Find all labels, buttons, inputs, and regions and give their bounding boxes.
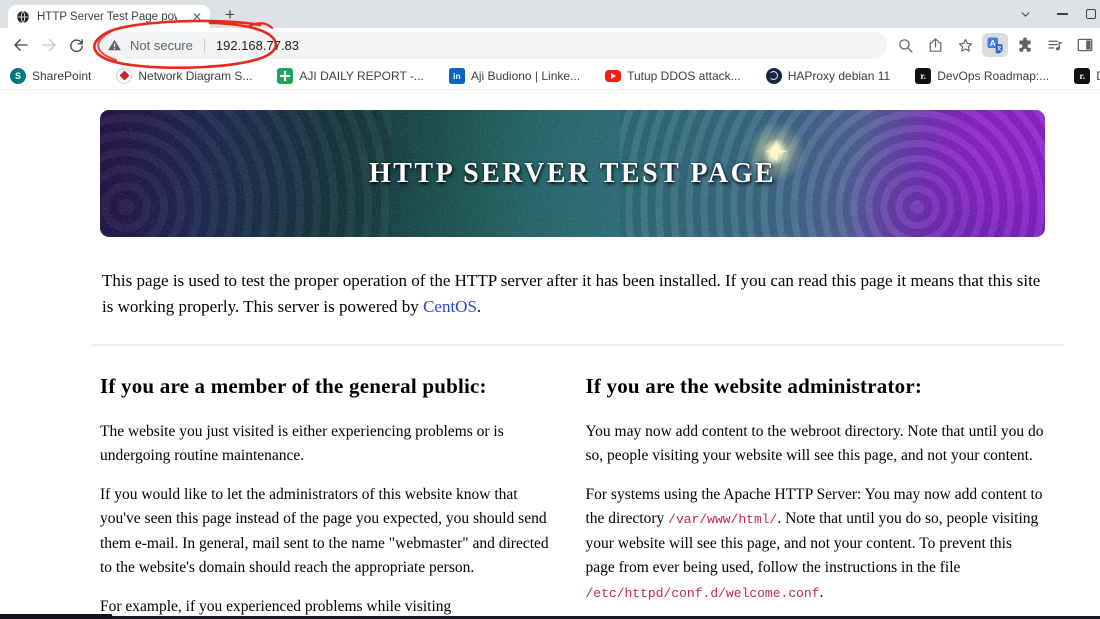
administrator-column: If you are the website administrator: Yo… bbox=[586, 374, 1046, 619]
search-icon[interactable] bbox=[890, 32, 920, 58]
public-column-heading: If you are a member of the general publi… bbox=[100, 374, 487, 398]
browser-window: HTTP Server Test Page powered ✕ + Not se… bbox=[0, 0, 1100, 619]
bookmark-docker-roadmap[interactable]: r. Docker Roadmap -... bbox=[1074, 67, 1100, 84]
sharepoint-icon: S bbox=[10, 67, 26, 84]
public-paragraph-2: If you would like to let the administrat… bbox=[100, 485, 549, 577]
maximize-button[interactable] bbox=[1086, 0, 1100, 28]
bookmark-sharepoint[interactable]: S SharePoint bbox=[10, 67, 91, 84]
apache-path-code: /var/www/html/ bbox=[668, 512, 778, 528]
not-secure-warning-icon[interactable] bbox=[107, 38, 122, 52]
translate-icon[interactable]: A bbox=[982, 33, 1008, 57]
back-icon[interactable] bbox=[8, 32, 34, 58]
welcome-conf-code: /etc/httpd/conf.d/welcome.conf bbox=[585, 585, 820, 601]
bookmark-linkedin[interactable]: in Aji Budiono | Linke... bbox=[448, 67, 580, 84]
youtube-icon bbox=[605, 69, 622, 82]
admin-column-heading: If you are the website administrator: bbox=[585, 374, 923, 398]
horizontal-divider bbox=[92, 344, 1064, 346]
page-content: HTTP SERVER TEST PAGE This page is used … bbox=[0, 91, 1100, 619]
extensions-puzzle-icon[interactable] bbox=[1010, 32, 1040, 58]
tab-search-chevron-icon[interactable] bbox=[1012, 0, 1038, 28]
two-column-info: If you are a member of the general publi… bbox=[100, 374, 1045, 619]
reading-list-queue-icon[interactable] bbox=[1040, 32, 1070, 58]
svg-text:A: A bbox=[990, 39, 996, 48]
browser-tab[interactable]: HTTP Server Test Page powered ✕ bbox=[8, 5, 210, 28]
globe-favicon-icon bbox=[16, 10, 30, 24]
toolbar-icons: A bbox=[890, 32, 1100, 58]
bookmark-youtube[interactable]: Tutup DDOS attack... bbox=[605, 69, 741, 83]
bookmark-star-icon[interactable] bbox=[950, 32, 980, 58]
admin-paragraph-1: You may now add content to the webroot d… bbox=[585, 423, 1044, 465]
share-icon[interactable] bbox=[920, 32, 950, 58]
centos-link[interactable]: CentOS bbox=[423, 297, 477, 316]
url-text[interactable]: 192.168.77.83 bbox=[216, 38, 299, 53]
omnibox-divider bbox=[203, 37, 205, 53]
spreadsheet-icon bbox=[277, 67, 294, 84]
test-page-banner-image: HTTP SERVER TEST PAGE bbox=[100, 110, 1045, 237]
bookmarks-bar: S SharePoint Network Diagram S... AJI DA… bbox=[0, 62, 1100, 90]
general-public-column: If you are a member of the general publi… bbox=[100, 374, 560, 619]
linkedin-icon: in bbox=[448, 67, 465, 84]
roadmap-icon: r. bbox=[915, 67, 932, 84]
public-paragraph-1: The website you just visited is either e… bbox=[100, 423, 504, 465]
bookmark-aji-daily-report[interactable]: AJI DAILY REPORT -... bbox=[277, 67, 424, 84]
intro-paragraph: This page is used to test the proper ope… bbox=[102, 271, 1041, 316]
bookmark-devops-roadmap[interactable]: r. DevOps Roadmap:... bbox=[915, 67, 1049, 84]
screenshot-bottom-edge-left bbox=[0, 614, 112, 619]
address-bar[interactable]: Not secure 192.168.77.83 bbox=[95, 31, 887, 59]
browser-toolbar: Not secure 192.168.77.83 A bbox=[0, 28, 1100, 62]
tab-close-icon[interactable]: ✕ bbox=[192, 11, 202, 23]
haproxy-icon bbox=[765, 67, 782, 84]
forward-icon[interactable] bbox=[36, 32, 62, 58]
security-label[interactable]: Not secure bbox=[130, 38, 193, 53]
tab-title: HTTP Server Test Page powered bbox=[37, 10, 177, 23]
minimize-button[interactable] bbox=[1048, 0, 1076, 28]
side-panel-icon[interactable] bbox=[1070, 32, 1100, 58]
roadmap-icon: r. bbox=[1074, 67, 1091, 84]
bookmark-network-diagram[interactable]: Network Diagram S... bbox=[116, 67, 252, 84]
banner-title: HTTP SERVER TEST PAGE bbox=[368, 157, 777, 189]
admin-paragraph-2: For systems using the Apache HTTP Server… bbox=[585, 485, 1043, 601]
reload-icon[interactable] bbox=[63, 32, 89, 58]
new-tab-button[interactable]: + bbox=[218, 3, 242, 27]
bookmark-haproxy[interactable]: HAProxy debian 11 bbox=[765, 67, 890, 84]
tab-strip: HTTP Server Test Page powered ✕ + bbox=[0, 0, 1100, 28]
network-diagram-icon bbox=[116, 67, 133, 84]
